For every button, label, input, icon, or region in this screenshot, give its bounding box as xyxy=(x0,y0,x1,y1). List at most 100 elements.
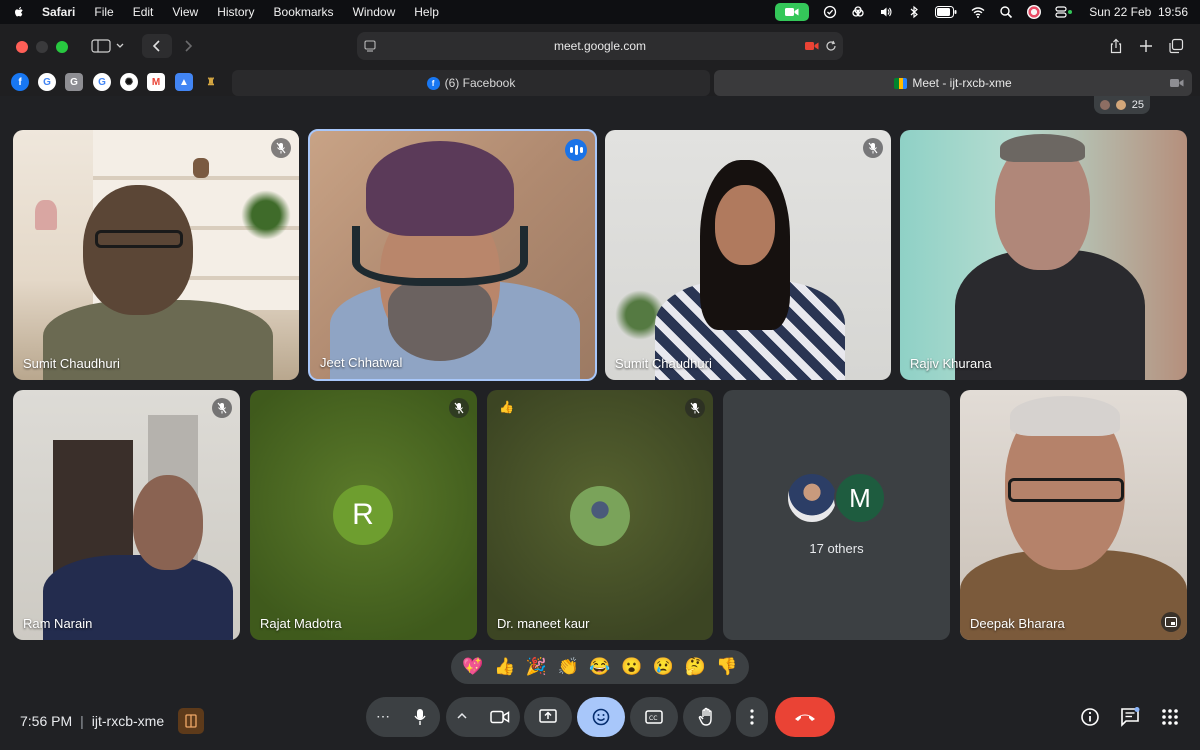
new-tab-button[interactable] xyxy=(1134,34,1158,58)
tab-facebook[interactable]: f (6) Facebook xyxy=(232,70,710,96)
menubar-datetime[interactable]: Sun 22 Feb 19:56 xyxy=(1089,5,1188,19)
reactions-button[interactable] xyxy=(577,697,625,737)
volume-icon[interactable] xyxy=(879,5,893,19)
tab-overview-button[interactable] xyxy=(1164,34,1188,58)
spotlight-search-icon[interactable] xyxy=(999,5,1013,19)
chevron-up-icon[interactable] xyxy=(456,709,468,727)
leave-call-button[interactable] xyxy=(775,697,835,737)
tab-meet[interactable]: Meet - ijt-rxcb-xme xyxy=(714,70,1192,96)
drive-icon[interactable]: ▲ xyxy=(175,73,193,91)
person-head xyxy=(133,475,203,570)
camera-button[interactable] xyxy=(480,697,520,737)
battery-icon[interactable] xyxy=(935,6,957,18)
checkmark-circle-icon[interactable] xyxy=(823,5,837,19)
chat-button[interactable] xyxy=(1119,706,1141,728)
menu-history[interactable]: History xyxy=(217,5,254,19)
participant-tile[interactable]: Sumit Chaudhuri xyxy=(13,130,299,380)
captions-button[interactable]: CC xyxy=(630,697,678,737)
reaction-laugh-button[interactable]: 😂 xyxy=(589,657,610,677)
user-avatar-icon[interactable] xyxy=(1027,5,1042,19)
gmail-icon[interactable]: M xyxy=(147,73,165,91)
participant-name: Sumit Chaudhuri xyxy=(615,356,712,371)
chat-icon xyxy=(1121,707,1140,727)
extension-icon[interactable]: ♜ xyxy=(202,73,220,91)
menu-file[interactable]: File xyxy=(94,5,113,19)
menu-help[interactable]: Help xyxy=(414,5,439,19)
participant-tile[interactable]: Rajiv Khurana xyxy=(900,130,1187,380)
page-settings-icon[interactable] xyxy=(363,39,377,53)
more-audio-options-icon[interactable]: ⋯ xyxy=(376,708,390,725)
participant-tile[interactable]: Sumit Chaudhuri xyxy=(605,130,891,380)
meeting-details-button[interactable] xyxy=(1079,706,1101,728)
reaction-heart-button[interactable]: 💖 xyxy=(462,657,483,677)
reaction-sad-button[interactable]: 😢 xyxy=(653,657,674,677)
reaction-clap-button[interactable]: 👏 xyxy=(558,657,579,677)
raise-hand-button[interactable] xyxy=(683,697,731,737)
picture-in-picture-icon[interactable] xyxy=(1161,612,1181,632)
avatar xyxy=(1115,100,1126,110)
bluetooth-icon[interactable] xyxy=(907,5,921,19)
reaction-thinking-button[interactable]: 🤔 xyxy=(685,657,706,677)
participant-name: Deepak Bharara xyxy=(970,616,1065,631)
google-icon[interactable]: G xyxy=(38,73,56,91)
menu-view[interactable]: View xyxy=(172,5,198,19)
reload-icon[interactable] xyxy=(825,40,837,52)
sidebar-toggle-button[interactable] xyxy=(84,34,134,58)
chatgpt-icon[interactable]: ✺ xyxy=(120,73,138,91)
maximize-window-button[interactable] xyxy=(56,41,68,53)
minimize-window-button[interactable] xyxy=(36,41,48,53)
present-screen-button[interactable] xyxy=(524,697,572,737)
address-bar[interactable]: meet.google.com xyxy=(357,32,843,60)
macos-menu-bar: Safari File Edit View History Bookmarks … xyxy=(0,0,1200,24)
url-text[interactable]: meet.google.com xyxy=(554,39,646,53)
back-button[interactable] xyxy=(142,34,172,58)
hang-up-icon xyxy=(795,714,815,721)
avatar xyxy=(570,486,630,546)
menu-safari[interactable]: Safari xyxy=(42,5,75,19)
wifi-icon[interactable] xyxy=(971,5,985,19)
reactions-bar: 💖 👍 🎉 👏 😂 😮 😢 🤔 👎 xyxy=(451,650,749,684)
apple-icon[interactable] xyxy=(12,5,26,19)
plus-icon xyxy=(1140,40,1152,52)
participant-tile[interactable]: 👍 Dr. maneet kaur xyxy=(487,390,713,640)
raise-hand-icon xyxy=(698,707,712,726)
google-icon[interactable]: G xyxy=(93,73,111,91)
control-center-icon[interactable] xyxy=(1055,5,1075,19)
host-controls-icon[interactable] xyxy=(178,708,205,734)
avatar: R xyxy=(333,485,393,545)
share-button[interactable] xyxy=(1104,34,1128,58)
participant-tile[interactable]: Ram Narain xyxy=(13,390,240,640)
google-icon[interactable]: G xyxy=(65,73,83,91)
participant-count-badge[interactable]: 25 xyxy=(1093,96,1150,114)
camera-in-use-indicator[interactable] xyxy=(775,3,810,21)
others-tile[interactable]: M 17 others xyxy=(723,390,950,640)
creative-cloud-icon[interactable] xyxy=(851,5,865,19)
menu-bookmarks[interactable]: Bookmarks xyxy=(274,5,334,19)
participant-tile[interactable]: Deepak Bharara xyxy=(960,390,1187,640)
reaction-party-button[interactable]: 🎉 xyxy=(526,657,547,677)
menu-edit[interactable]: Edit xyxy=(133,5,154,19)
menu-window[interactable]: Window xyxy=(353,5,396,19)
meet-control-bar: 7:56 PM | ijt-rxcb-xme ⋯ CC xyxy=(0,692,1200,750)
participant-name: Rajiv Khurana xyxy=(910,356,992,371)
reaction-thumbs-up-button[interactable]: 👍 xyxy=(494,657,515,677)
vase xyxy=(193,158,209,178)
browser-toolbar: meet.google.com xyxy=(0,24,1200,68)
close-window-button[interactable] xyxy=(16,41,28,53)
reaction-surprised-button[interactable]: 😮 xyxy=(621,657,642,677)
more-options-button[interactable] xyxy=(736,697,768,737)
divider: | xyxy=(80,713,84,729)
camera-in-use-icon[interactable] xyxy=(1170,78,1184,88)
participant-tile[interactable]: R Rajat Madotra xyxy=(250,390,477,640)
participant-tile[interactable]: Jeet Chhatwal xyxy=(308,129,597,381)
activities-button[interactable] xyxy=(1159,706,1181,728)
info-icon xyxy=(1081,708,1099,726)
facebook-icon[interactable]: f xyxy=(11,73,29,91)
camera-icon xyxy=(490,710,510,724)
forward-button[interactable] xyxy=(174,34,202,58)
camera-active-icon[interactable] xyxy=(805,41,819,51)
microphone-button[interactable] xyxy=(400,697,440,737)
others-label: 17 others xyxy=(809,541,864,556)
reaction-thumbs-down-button[interactable]: 👎 xyxy=(716,657,737,677)
meeting-code[interactable]: ijt-rxcb-xme xyxy=(92,713,164,729)
